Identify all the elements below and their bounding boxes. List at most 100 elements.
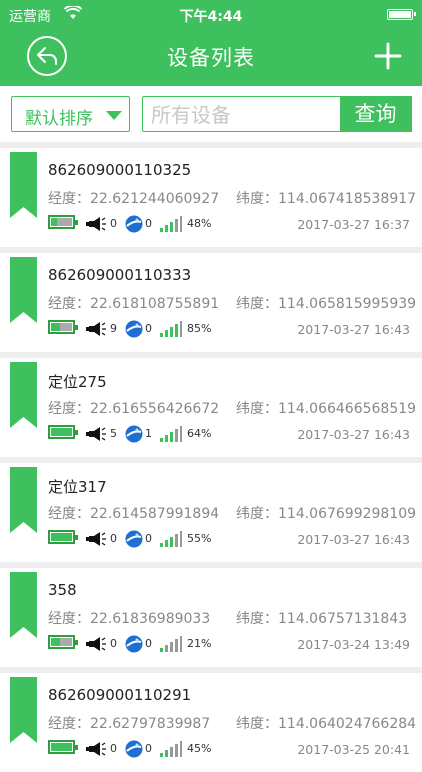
- device-longitude: 经度：22.616556426672: [48, 398, 219, 418]
- device-longitude: 经度：22.62797839987: [48, 713, 210, 733]
- battery-fill: [51, 323, 61, 331]
- search-input[interactable]: [149, 100, 343, 130]
- latitude-label: 纬度：: [236, 716, 278, 732]
- signal-bars-icon: [160, 531, 182, 550]
- latitude-label: 纬度：: [236, 191, 278, 207]
- longitude-label: 经度：: [48, 716, 90, 732]
- status-bar: 运营商 下午4:44: [0, 0, 422, 28]
- update-time: 2017-03-27 16:37: [297, 217, 410, 232]
- latitude-label: 纬度：: [236, 296, 278, 312]
- device-name: 定位317: [48, 478, 107, 496]
- battery-fill: [51, 638, 61, 646]
- filter-bar: 默认排序 查询: [0, 86, 422, 142]
- signal-bars-icon: [160, 636, 182, 655]
- page-title: 设备列表: [167, 46, 255, 70]
- longitude-value: 22.616556426672: [90, 401, 220, 417]
- device-latitude: 纬度：114.067699298109: [236, 503, 416, 523]
- signal-strength: 64%: [187, 427, 212, 440]
- signal-strength: 48%: [187, 217, 212, 230]
- signal-strength: 85%: [187, 322, 212, 335]
- satellite-icon: [125, 635, 143, 656]
- device-name: 定位275: [48, 373, 107, 391]
- longitude-label: 经度：: [48, 191, 90, 207]
- satellite-icon: [125, 320, 143, 341]
- gps-count: 0: [145, 742, 152, 755]
- device-list-item[interactable]: 358 经度：22.61836989033 纬度：114.06757131843…: [0, 568, 422, 667]
- gps-count: 0: [145, 532, 152, 545]
- battery-icon: [48, 530, 78, 544]
- signal-strength: 55%: [187, 532, 212, 545]
- search-box: 查询: [142, 95, 412, 132]
- device-list-item[interactable]: 862609000110333 经度：22.618108755891 纬度：11…: [0, 253, 422, 352]
- add-device-button[interactable]: [374, 42, 402, 70]
- longitude-value: 22.621244060927: [90, 191, 220, 207]
- status-time: 下午4:44: [179, 9, 243, 25]
- latitude-value: 114.064024766284: [278, 716, 417, 732]
- longitude-label: 经度：: [48, 506, 90, 522]
- latitude-label: 纬度：: [236, 611, 278, 627]
- longitude-value: 22.618108755891: [90, 296, 220, 312]
- latitude-label: 纬度：: [236, 506, 278, 522]
- satellite-icon: [125, 215, 143, 236]
- device-latitude: 纬度：114.067418538917: [236, 188, 416, 208]
- device-name: 862609000110333: [48, 266, 192, 284]
- satellite-icon: [125, 740, 143, 761]
- bookmark-icon: [10, 467, 37, 533]
- status-battery-icon: [387, 9, 416, 20]
- update-time: 2017-03-27 16:43: [297, 427, 410, 442]
- bookmark-icon: [10, 572, 37, 638]
- device-list-item[interactable]: 定位317 经度：22.614587991894 纬度：114.06769929…: [0, 463, 422, 562]
- device-longitude: 经度：22.61836989033: [48, 608, 210, 628]
- horn-icon: [86, 741, 106, 760]
- device-list-item[interactable]: 862609000110291 经度：22.62797839987 纬度：114…: [0, 673, 422, 772]
- update-time: 2017-03-24 13:49: [297, 637, 410, 652]
- nav-bar: 设备列表: [0, 28, 422, 86]
- alarm-count: 0: [110, 217, 117, 230]
- signal-bars-icon: [160, 216, 182, 235]
- latitude-label: 纬度：: [236, 401, 278, 417]
- battery-icon: [48, 215, 78, 229]
- alarm-count: 0: [110, 532, 117, 545]
- device-longitude: 经度：22.614587991894: [48, 503, 219, 523]
- search-button[interactable]: 查询: [339, 95, 412, 132]
- satellite-icon: [125, 425, 143, 446]
- bookmark-icon: [10, 152, 37, 218]
- device-list-item[interactable]: 定位275 经度：22.616556426672 纬度：114.06646656…: [0, 358, 422, 457]
- signal-bars-icon: [160, 321, 182, 340]
- update-time: 2017-03-27 16:43: [297, 322, 410, 337]
- horn-icon: [86, 321, 106, 340]
- longitude-value: 22.614587991894: [90, 506, 220, 522]
- bookmark-icon: [10, 257, 37, 323]
- horn-icon: [86, 216, 106, 235]
- longitude-label: 经度：: [48, 296, 90, 312]
- device-list-item[interactable]: 862609000110325 经度：22.621244060927 纬度：11…: [0, 148, 422, 247]
- device-latitude: 纬度：114.06757131843: [236, 608, 407, 628]
- battery-icon: [48, 320, 78, 334]
- sort-select-label: 默认排序: [25, 109, 93, 129]
- battery-icon: [48, 425, 78, 439]
- longitude-value: 22.62797839987: [90, 716, 211, 732]
- alarm-count: 9: [110, 322, 117, 335]
- horn-icon: [86, 426, 106, 445]
- device-name: 862609000110325: [48, 161, 192, 179]
- battery-icon: [48, 635, 78, 649]
- latitude-value: 114.065815995939: [278, 296, 417, 312]
- device-longitude: 经度：22.618108755891: [48, 293, 219, 313]
- latitude-value: 114.067418538917: [278, 191, 417, 207]
- gps-count: 0: [145, 217, 152, 230]
- horn-icon: [86, 636, 106, 655]
- update-time: 2017-03-27 16:43: [297, 532, 410, 547]
- bookmark-icon: [10, 677, 37, 743]
- longitude-value: 22.61836989033: [90, 611, 211, 627]
- latitude-value: 114.067699298109: [278, 506, 417, 522]
- battery-empty: [60, 638, 72, 646]
- plus-icon: [374, 42, 402, 70]
- horn-icon: [86, 531, 106, 550]
- caret-down-icon: [106, 111, 122, 120]
- alarm-count: 0: [110, 742, 117, 755]
- signal-bars-icon: [160, 741, 182, 760]
- sort-select[interactable]: 默认排序: [11, 96, 130, 132]
- device-longitude: 经度：22.621244060927: [48, 188, 219, 208]
- gps-count: 1: [145, 427, 152, 440]
- gps-count: 0: [145, 322, 152, 335]
